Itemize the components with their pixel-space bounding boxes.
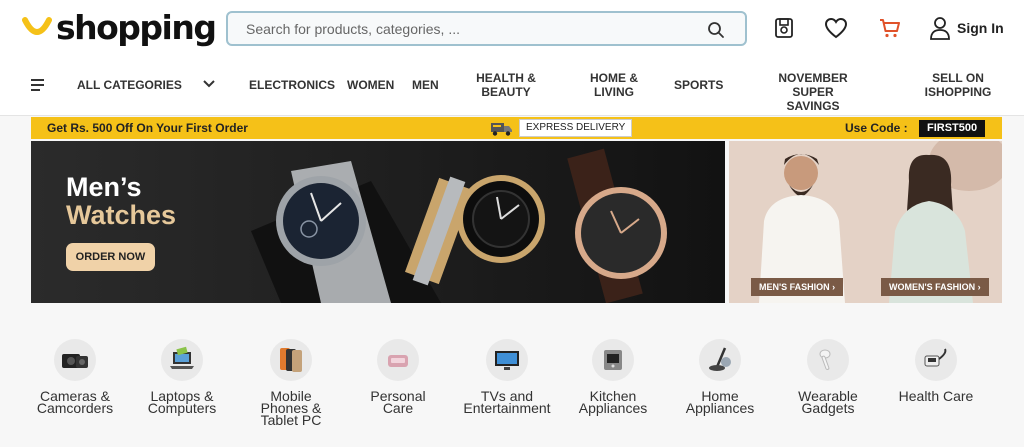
category-icon-circle <box>377 339 419 381</box>
nav-sell-on-ishopping[interactable]: SELL ON ISHOPPING <box>922 71 994 99</box>
category-cameras[interactable]: Cameras & Camcorders <box>20 339 130 439</box>
search-bar[interactable] <box>226 11 747 46</box>
vacuum-icon <box>709 347 731 371</box>
womens-fashion-button[interactable]: WOMEN'S FASHION › <box>881 278 989 296</box>
use-code-label: Use Code : <box>845 121 908 135</box>
tv-icon <box>495 351 519 370</box>
kitchen-icon <box>604 350 622 370</box>
category-nav: ALL CATEGORIES ELECTRONICS WOMEN MEN HEA… <box>0 56 1024 116</box>
category-icon-circle <box>699 339 741 381</box>
mens-watches-banner[interactable]: Men’s Watches ORDER NOW <box>31 141 725 303</box>
category-mobile-phones[interactable]: Mobile Phones & Tablet PC <box>236 339 346 439</box>
nav-health-beauty[interactable]: HEALTH & BEAUTY <box>472 71 540 99</box>
sign-in-label: Sign In <box>957 20 1004 36</box>
fashion-banner[interactable]: MEN'S FASHION › WOMEN'S FASHION › <box>729 141 1002 303</box>
nav-electronics[interactable]: ELECTRONICS <box>249 78 335 92</box>
cart-icon[interactable] <box>878 16 902 40</box>
promo-offer-text: Get Rs. 500 Off On Your First Order <box>47 121 248 135</box>
watches-image <box>251 148 667 303</box>
category-laptops[interactable]: Laptops & Computers <box>127 339 237 439</box>
category-label: Home Appliances <box>685 388 755 416</box>
hamburger-menu-icon[interactable] <box>31 79 45 91</box>
site-header: shopping Sign In <box>0 0 1024 56</box>
logo-text: shopping <box>56 8 217 47</box>
category-personal-care[interactable]: Personal Care <box>343 339 453 439</box>
ishopping-logo[interactable]: shopping <box>22 8 217 48</box>
logo-smile-icon <box>22 17 52 35</box>
personal-care-icon <box>388 355 408 367</box>
category-icon-circle <box>270 339 312 381</box>
banner-title-line1: Men’s <box>66 172 142 202</box>
promo-strip: Get Rs. 500 Off On Your First Order EXPR… <box>31 117 1002 139</box>
mens-fashion-button[interactable]: MEN'S FASHION › <box>751 278 844 296</box>
category-icon-circle <box>807 339 849 381</box>
category-label: Laptops & Computers <box>147 388 217 416</box>
express-delivery-badge: EXPRESS DELIVERY <box>519 119 633 137</box>
nav-all-categories[interactable]: ALL CATEGORIES <box>77 78 182 92</box>
category-icon-circle <box>486 339 528 381</box>
promo-code: FIRST500 <box>919 120 986 137</box>
category-label: TVs and Entertainment <box>463 388 551 416</box>
heart-icon[interactable] <box>824 16 848 40</box>
search-input[interactable] <box>246 19 686 39</box>
banner-title-line2: Watches <box>66 200 177 230</box>
category-kitchen[interactable]: Kitchen Appliances <box>558 339 668 439</box>
nav-november-super-savings[interactable]: NOVEMBER SUPER SAVINGS <box>757 71 869 113</box>
laptop-icon <box>170 346 194 369</box>
category-label: Kitchen Appliances <box>578 388 648 416</box>
earbud-icon <box>819 349 831 370</box>
category-tvs[interactable]: TVs and Entertainment <box>452 339 562 439</box>
category-label: Cameras & Camcorders <box>36 388 114 416</box>
phone-icon <box>280 348 302 372</box>
category-label: Health Care <box>898 388 974 404</box>
delivery-truck-icon <box>491 123 512 136</box>
category-shortcuts: Cameras & Camcorders Laptops & Computers… <box>0 303 1024 447</box>
health-icon <box>924 348 947 367</box>
category-health-care[interactable]: Health Care <box>881 339 991 439</box>
category-icon-circle <box>915 339 957 381</box>
compare-icon[interactable] <box>772 16 796 40</box>
category-icon-circle <box>54 339 96 381</box>
category-icon-circle <box>161 339 203 381</box>
order-now-button[interactable]: ORDER NOW <box>66 243 155 271</box>
category-icon-circle <box>592 339 634 381</box>
category-home-appliances[interactable]: Home Appliances <box>665 339 775 439</box>
nav-women[interactable]: WOMEN <box>347 78 394 92</box>
nav-home-living[interactable]: HOME & LIVING <box>585 71 643 99</box>
category-label: Wearable Gadgets <box>798 388 858 416</box>
nav-men[interactable]: MEN <box>412 78 439 92</box>
category-label: Mobile Phones & Tablet PC <box>260 388 322 428</box>
category-label: Personal Care <box>370 388 426 416</box>
camera-icon <box>62 354 88 368</box>
search-icon[interactable] <box>707 21 725 39</box>
nav-sports[interactable]: SPORTS <box>674 78 723 92</box>
chevron-down-icon[interactable] <box>203 78 215 90</box>
user-icon <box>930 17 950 40</box>
category-wearable[interactable]: Wearable Gadgets <box>773 339 883 439</box>
